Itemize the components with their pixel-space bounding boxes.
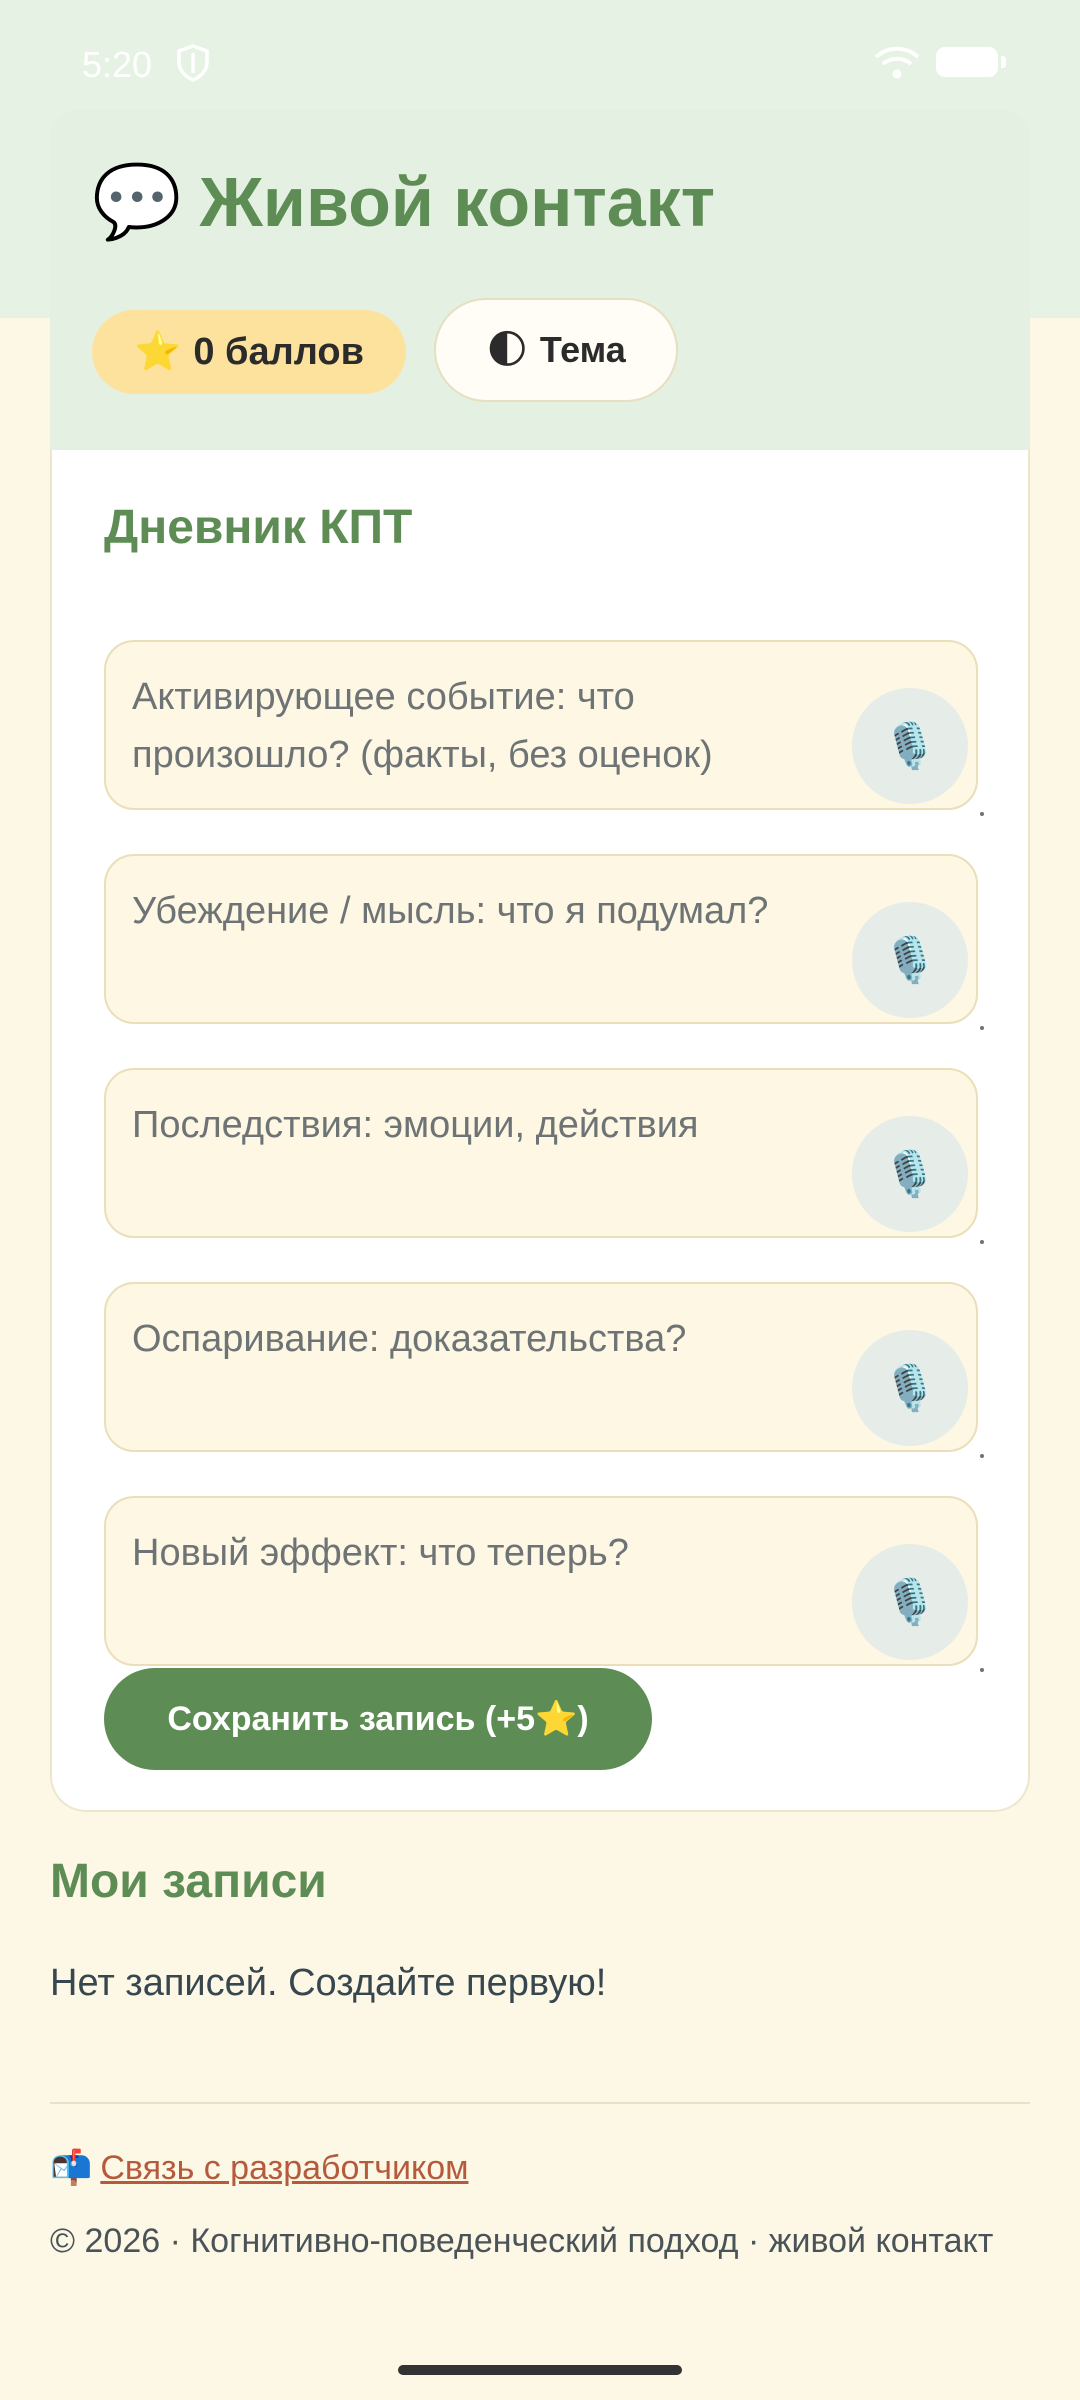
- belief-field-placeholder: Убеждение / мысль: что я подумал?: [132, 890, 769, 932]
- status-time: 5:20: [82, 44, 153, 85]
- records-title: Мои записи: [50, 1855, 327, 1908]
- contact-link-label: Связь с разработчиком: [100, 2149, 469, 2187]
- new-effect-field-placeholder: Новый эффект: что теперь?: [132, 1532, 629, 1574]
- theme-label: Тема: [539, 329, 626, 370]
- disputation-field-placeholder: Оспаривание: доказательства?: [132, 1318, 687, 1360]
- consequences-field-placeholder: Последствия: эмоции, действия: [132, 1104, 699, 1146]
- cbt-diary-card: Дневник КПТ Активирующее событие: что пр…: [50, 450, 1030, 1812]
- points-badge: ⭐ 0 баллов: [92, 310, 406, 394]
- microphone-icon: 🎙️: [882, 1578, 938, 1627]
- footer-copyright: © 2026 · Когнитивно-поведенческий подход…: [50, 2222, 994, 2260]
- records-empty-message: Нет записей. Создайте первую!: [50, 1962, 607, 2004]
- star-icon: ⭐: [134, 331, 182, 373]
- theme-toggle-button[interactable]: 🌓 Тема: [434, 298, 678, 402]
- wifi-icon: [874, 46, 920, 79]
- contact-developer-link[interactable]: 📬 Связь с разработчиком: [50, 2148, 468, 2188]
- microphone-icon: 🎙️: [882, 722, 938, 771]
- home-indicator[interactable]: [398, 2365, 682, 2375]
- microphone-icon: 🎙️: [882, 1150, 938, 1199]
- disputation-field[interactable]: Оспаривание: доказательства? 🎙️: [104, 1282, 984, 1458]
- points-label: 0 баллов: [193, 330, 364, 373]
- resize-handle[interactable]: [980, 1668, 984, 1672]
- save-entry-button[interactable]: Сохранить запись (+5⭐): [104, 1668, 652, 1770]
- belief-mic-button[interactable]: 🎙️: [852, 902, 968, 1018]
- event-field-placeholder: Активирующее событие: что произошло? (фа…: [132, 676, 713, 776]
- footer-divider: [50, 2102, 1030, 2104]
- app-title: 💬 Живой контакт: [92, 162, 715, 242]
- consequences-mic-button[interactable]: 🎙️: [852, 1116, 968, 1232]
- resize-handle[interactable]: [980, 812, 984, 816]
- consequences-field[interactable]: Последствия: эмоции, действия 🎙️: [104, 1068, 984, 1244]
- app-title-text: Живой контакт: [199, 163, 715, 241]
- new-effect-mic-button[interactable]: 🎙️: [852, 1544, 968, 1660]
- speech-bubble-icon: 💬: [92, 162, 182, 242]
- resize-handle[interactable]: [980, 1026, 984, 1030]
- half-moon-icon: 🌓: [486, 328, 528, 372]
- event-mic-button[interactable]: 🎙️: [852, 688, 968, 804]
- battery-icon: [936, 47, 1006, 77]
- resize-handle[interactable]: [980, 1454, 984, 1458]
- diary-title: Дневник КПТ: [104, 501, 413, 554]
- resize-handle[interactable]: [980, 1240, 984, 1244]
- disputation-mic-button[interactable]: 🎙️: [852, 1330, 968, 1446]
- microphone-icon: 🎙️: [882, 936, 938, 985]
- app-header: 💬 Живой контакт ⭐ 0 баллов 🌓 Тема: [50, 110, 1030, 455]
- microphone-icon: 🎙️: [882, 1364, 938, 1413]
- new-effect-field[interactable]: Новый эффект: что теперь? 🎙️: [104, 1496, 984, 1672]
- shield-icon: [177, 44, 209, 82]
- event-field[interactable]: Активирующее событие: что произошло? (фа…: [104, 640, 984, 816]
- belief-field[interactable]: Убеждение / мысль: что я подумал? 🎙️: [104, 854, 984, 1030]
- status-bar: 5:20: [0, 0, 1080, 126]
- mailbox-icon: 📬: [50, 2149, 93, 2187]
